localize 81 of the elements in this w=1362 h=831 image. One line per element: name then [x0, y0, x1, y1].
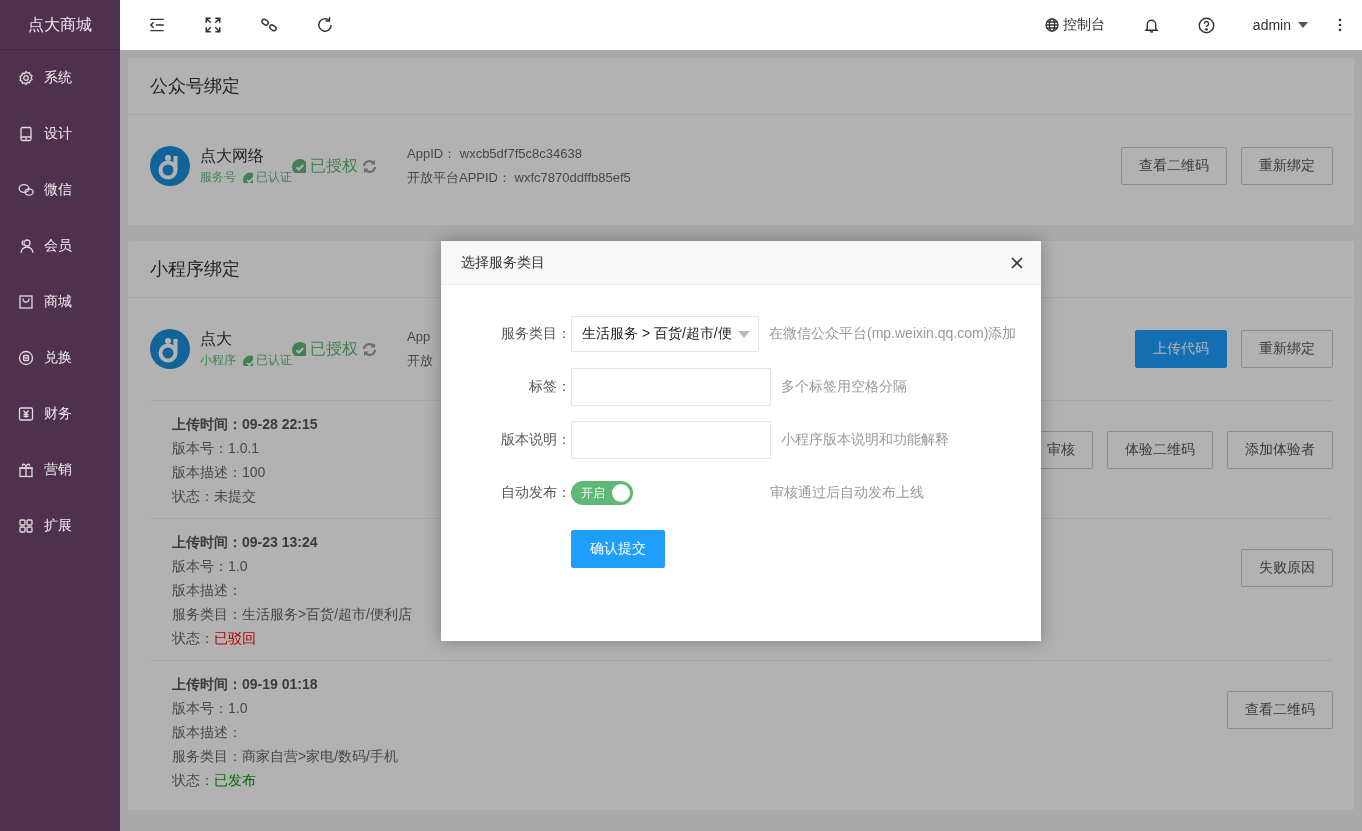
field-hint: 小程序版本说明和功能解释	[781, 431, 949, 449]
sidebar-item[interactable]: 营销	[0, 442, 120, 498]
action-button[interactable]: 添加体验者	[1227, 431, 1333, 469]
yen-icon	[18, 406, 34, 422]
help-icon[interactable]	[1197, 16, 1215, 34]
sync-icon[interactable]	[362, 341, 377, 357]
field-label: 标签：	[528, 378, 571, 396]
account-name: 点大网络	[200, 146, 265, 166]
version-detail: 服务类目：商家自营>家电/数码/手机	[172, 747, 398, 766]
input-field[interactable]	[571, 421, 771, 459]
select-field[interactable]: 生活服务 > 百货/超市/便	[571, 316, 759, 352]
more-vertical-icon[interactable]	[1338, 18, 1342, 32]
user-menu[interactable]: admin	[1252, 17, 1308, 33]
status-line: 状态：未提交	[172, 487, 257, 506]
info-text: 开放	[407, 352, 433, 370]
account-name: 点大	[200, 329, 233, 349]
link-icon[interactable]	[260, 16, 278, 34]
field-hint: 审核通过后自动发布上线	[770, 484, 924, 502]
close-icon[interactable]	[1011, 256, 1023, 269]
status-line: 状态：已驳回	[172, 629, 257, 648]
version-detail: 服务类目：生活服务>百货/超市/便利店	[172, 605, 412, 624]
users-icon	[18, 238, 34, 254]
coin-icon	[18, 350, 34, 366]
version-detail: 版本描述：	[172, 581, 243, 600]
field-label: 服务类目：	[500, 325, 571, 343]
action-button[interactable]: 体验二维码	[1107, 431, 1213, 469]
account-type: 服务号	[200, 169, 236, 186]
sidebar-item[interactable]: 财务	[0, 386, 120, 442]
field-hint: 多个标签用空格分隔	[781, 378, 907, 396]
action-button[interactable]: 查看二维码	[1227, 691, 1333, 729]
sidebar-item[interactable]: 系统	[0, 50, 120, 106]
console-link[interactable]: 控制台	[1044, 16, 1105, 34]
logo-icon	[150, 146, 190, 186]
tablet-icon	[18, 126, 34, 142]
auth-status: 已授权	[310, 155, 358, 176]
dialog-title: 选择服务类目	[461, 253, 545, 272]
auth-status: 已授权	[310, 338, 358, 359]
sync-icon[interactable]	[362, 158, 377, 174]
field-hint: 在微信公众平台(mp.weixin.qq.com)添加	[769, 325, 1017, 343]
version-detail: 版本号：1.0	[172, 557, 249, 576]
action-button[interactable]: 查看二维码	[1121, 147, 1227, 185]
sidebar-item[interactable]: 设计	[0, 106, 120, 162]
input-field[interactable]	[571, 368, 771, 406]
sidebar-item[interactable]: 扩展	[0, 498, 120, 554]
action-button[interactable]: 重新绑定	[1241, 147, 1333, 185]
logo-icon	[150, 329, 190, 369]
grid-icon	[18, 518, 34, 534]
sidebar-item[interactable]: 商城	[0, 274, 120, 330]
fullscreen-icon[interactable]	[204, 16, 222, 34]
action-button[interactable]: 重新绑定	[1241, 330, 1333, 368]
sidebar-item[interactable]: 兑换	[0, 330, 120, 386]
verified-label: 已认证	[256, 169, 292, 186]
info-text: 开放平台APPID： wxfc7870ddffb85ef5	[407, 169, 631, 187]
version-detail: 版本描述：	[172, 723, 243, 742]
account-type: 小程序	[200, 352, 236, 369]
version-detail: 版本描述：100	[172, 463, 267, 482]
status-line: 状态：已发布	[172, 771, 257, 790]
caret-down-icon	[1298, 22, 1308, 28]
sidebar-item[interactable]: 会员	[0, 218, 120, 274]
field-label: 版本说明：	[500, 431, 571, 449]
sidebar-item[interactable]: 微信	[0, 162, 120, 218]
caret-down-icon	[738, 330, 750, 338]
card-title: 公众号绑定	[128, 58, 1354, 115]
shopping-bag-icon	[18, 294, 34, 310]
chat-bubbles-icon	[18, 182, 34, 198]
upload-time: 上传时间：09-23 13:24	[172, 533, 319, 552]
action-button[interactable]: 失败原因	[1241, 549, 1333, 587]
bell-icon[interactable]	[1142, 16, 1160, 34]
version-detail: 版本号：1.0	[172, 699, 249, 718]
outdent-icon[interactable]	[148, 16, 166, 34]
field-label: 自动发布：	[500, 484, 571, 502]
gift-icon	[18, 462, 34, 478]
gear-icon	[18, 70, 34, 86]
version-detail: 版本号：1.0.1	[172, 439, 261, 458]
upload-time: 上传时间：09-19 01:18	[172, 675, 319, 694]
info-text: App	[407, 328, 432, 346]
verified-label: 已认证	[256, 352, 292, 369]
upload-time: 上传时间：09-28 22:15	[172, 415, 318, 434]
globe-icon	[1044, 18, 1059, 32]
info-text: AppID： wxcb5df7f5c8c34638	[407, 145, 583, 163]
refresh-icon[interactable]	[316, 16, 334, 34]
